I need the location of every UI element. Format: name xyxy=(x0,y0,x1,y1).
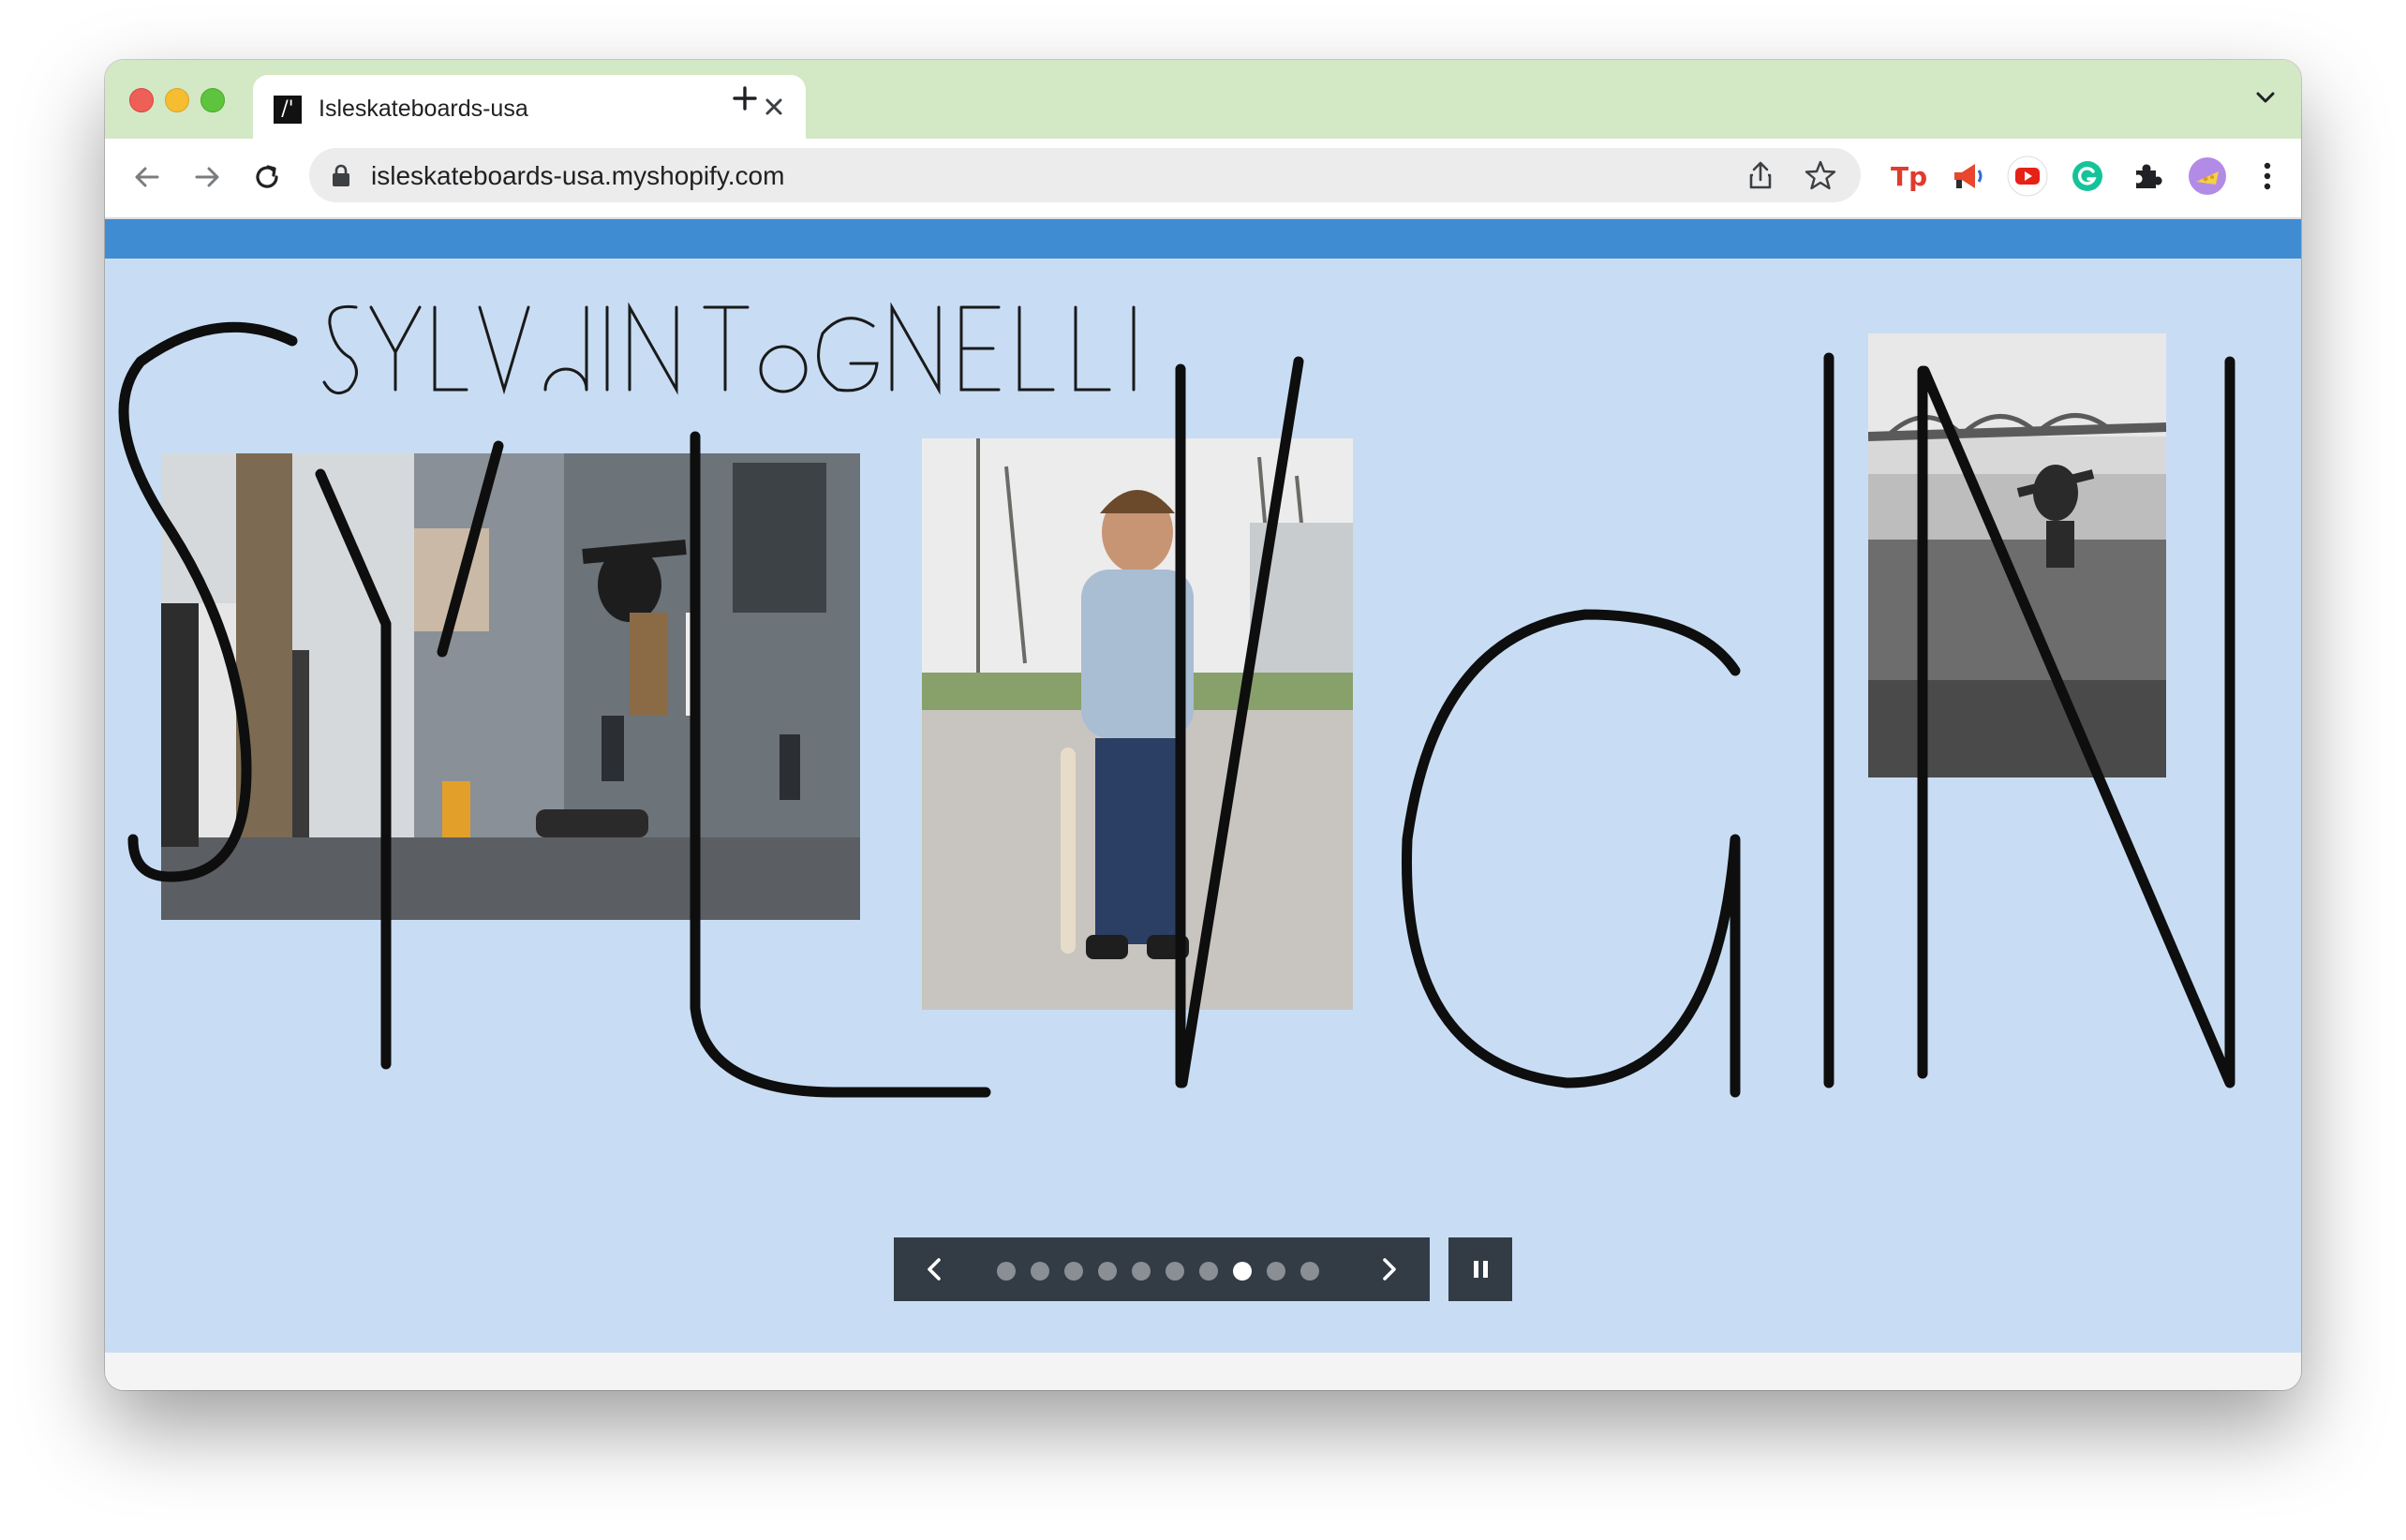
slide-dot[interactable] xyxy=(997,1262,1016,1281)
profile-avatar[interactable] xyxy=(2185,154,2230,199)
share-icon[interactable] xyxy=(1743,157,1778,193)
slide-dot[interactable] xyxy=(1064,1262,1083,1281)
megaphone-extension-icon[interactable] xyxy=(1945,154,1990,199)
youtube-extension-icon[interactable] xyxy=(2005,154,2050,199)
pause-icon xyxy=(1474,1261,1488,1278)
skater-wallride-photo xyxy=(161,453,860,920)
slide-dot[interactable] xyxy=(1098,1262,1117,1281)
slide-dot[interactable] xyxy=(1300,1262,1319,1281)
new-tab-button[interactable] xyxy=(723,77,766,120)
chevron-right-icon[interactable] xyxy=(1366,1247,1411,1292)
tab-title: Isleskateboards-usa xyxy=(319,96,528,122)
slide-dot[interactable] xyxy=(1267,1262,1285,1281)
letter-a-art xyxy=(1401,609,1741,1098)
back-icon[interactable] xyxy=(126,155,169,199)
reload-icon[interactable] xyxy=(245,155,289,199)
svg-text:Tp: Tp xyxy=(1891,161,1927,192)
more-menu-icon[interactable] xyxy=(2245,154,2290,199)
close-window-button[interactable] xyxy=(129,88,154,112)
skater-bridge-photo xyxy=(1868,333,2166,777)
url-text[interactable]: isleskateboards-usa.myshopify.com xyxy=(371,161,784,191)
slide-dots xyxy=(997,1262,1319,1281)
headline-sylvain-tognelli-art xyxy=(322,302,1136,395)
skater-portrait-photo xyxy=(922,438,1353,1010)
announcement-bar xyxy=(105,219,2301,259)
slide-dot[interactable] xyxy=(1166,1262,1184,1281)
browser-window: /' Isleskateboards-usa isleskateboards-u… xyxy=(105,60,2301,1390)
puzzle-extension-icon[interactable] xyxy=(2125,154,2170,199)
pause-button[interactable] xyxy=(1448,1237,1512,1301)
hero-slideshow xyxy=(105,259,2301,1353)
lock-icon[interactable] xyxy=(330,163,352,187)
slideshow-controls xyxy=(894,1237,1430,1301)
address-bar[interactable]: isleskateboards-usa.myshopify.com xyxy=(309,148,1861,202)
grammarly-extension-icon[interactable] xyxy=(2065,154,2110,199)
slide-dot-active[interactable] xyxy=(1233,1262,1252,1281)
web-page xyxy=(105,219,2301,1390)
footer-strip xyxy=(105,1353,2301,1390)
slide-dot[interactable] xyxy=(1199,1262,1218,1281)
slide-dot[interactable] xyxy=(1132,1262,1151,1281)
slide-dot[interactable] xyxy=(1031,1262,1049,1281)
minimize-window-button[interactable] xyxy=(165,88,189,112)
forward-icon[interactable] xyxy=(186,155,229,199)
tab-strip: /' Isleskateboards-usa xyxy=(105,60,2301,142)
maximize-window-button[interactable] xyxy=(200,88,225,112)
favicon-icon: /' xyxy=(274,96,302,124)
browser-toolbar: isleskateboards-usa.myshopify.com Tp xyxy=(105,139,2301,219)
star-icon[interactable] xyxy=(1803,157,1838,193)
chevron-down-icon[interactable] xyxy=(2247,79,2284,116)
tp-extension-icon[interactable]: Tp xyxy=(1885,154,1930,199)
chevron-left-icon[interactable] xyxy=(913,1247,958,1292)
